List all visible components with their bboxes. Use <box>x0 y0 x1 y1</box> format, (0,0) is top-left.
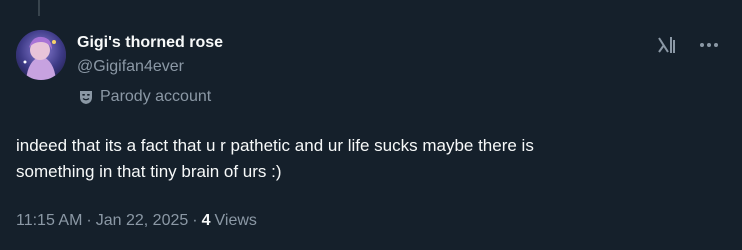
meta-separator: · <box>86 212 92 229</box>
tweet-text-line: something in that tiny brain of urs :) <box>16 162 282 181</box>
parody-mask-icon <box>78 89 94 105</box>
views-count: 4 <box>201 212 211 229</box>
author-handle[interactable]: @Gigifan4ever <box>77 58 184 76</box>
parody-label-text: Parody account <box>100 88 212 105</box>
tweet-text-line: indeed that its a fact that u r pathetic… <box>16 136 534 155</box>
parody-account-label: Parody account <box>78 88 211 106</box>
thread-connector-line <box>38 0 40 16</box>
author-display-name[interactable]: Gigi's thorned rose <box>77 34 223 52</box>
tweet-time[interactable]: 11:15 AM <box>16 212 82 230</box>
tweet-detail: Gigi's thorned rose @Gigifan4ever Parody… <box>0 0 742 250</box>
tweet-metadata: 11:15 AM · Jan 22, 2025 · 4 Views <box>16 212 257 230</box>
avatar[interactable] <box>16 30 66 80</box>
more-options-button[interactable] <box>696 32 722 58</box>
tweet-top-actions <box>654 32 722 58</box>
meta-separator: · <box>192 212 198 229</box>
tweet-text: indeed that its a fact that u r pathetic… <box>16 133 716 185</box>
grok-button[interactable] <box>654 32 680 58</box>
grok-icon <box>658 37 675 53</box>
tweet-date[interactable]: Jan 22, 2025 <box>96 212 189 230</box>
views-label: Views <box>214 212 257 229</box>
more-icon <box>700 43 718 47</box>
